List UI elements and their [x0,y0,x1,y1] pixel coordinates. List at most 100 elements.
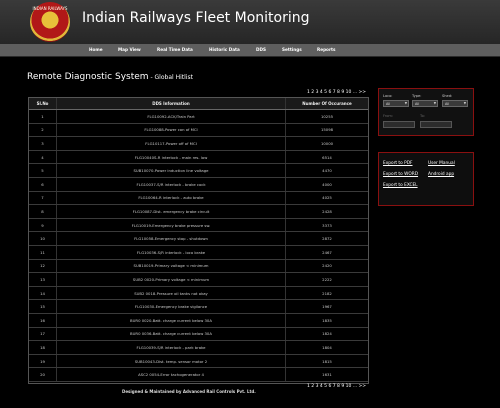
logo-text: INDIAN RAILWAYS [32,6,68,11]
table-row[interactable]: 5 SUB10070-Power induction line voltage 44… [29,164,368,178]
to-label: To: [420,114,425,118]
nav-map-view[interactable]: Map View [118,47,141,52]
chevron-down-icon: ▼ [433,101,436,105]
table-row[interactable]: 3 FLG10117-Power off of MCI 10000 [29,137,368,151]
row-occurrence-count: 1804 [322,344,332,350]
row-serial-number: 11 [29,246,57,259]
export-pdf-link[interactable]: Export to PDF [383,161,412,166]
android-app-link[interactable]: Android app [428,172,454,177]
table-row[interactable]: 8 FLG10087-Dist. emergency brake circuit 2… [29,205,368,219]
nav-dds[interactable]: DDS [256,47,266,52]
from-date-input[interactable] [383,121,415,128]
table-row[interactable]: 19 SUB10043-Dist. temp. sensor motor 2 181… [29,354,368,369]
table-row[interactable]: 1 FLG10092-ACK/Train Part 10255 [29,110,368,124]
row-dds-information: BUR0 0036-Batt. charge current below 30A [57,327,286,341]
row-dds-information: FLG10039-S/R interlock - park brake [57,341,286,354]
row-occurrence-count: 1824 [322,331,332,337]
row-dds-information: FLG10117-Power off of MCI [57,137,286,150]
export-word-link[interactable]: Export to WORD [383,172,418,177]
nav-historic-data[interactable]: Historic Data [209,47,240,52]
shed-select[interactable]: All ▼ [442,100,468,107]
row-dds-information: FLG10087-Dist. emergency brake circuit [57,205,286,218]
railways-logo-icon[interactable]: INDIAN RAILWAYS [30,2,70,42]
row-occurrence-count: 2467 [322,249,332,255]
page-title-main: Remote Diagnostic System [27,72,149,82]
table-row[interactable]: 2 FLG10088-Power con of MCI 15098 [29,123,368,138]
table-row[interactable]: 18 FLG10039-S/R interlock - park brake 180… [29,341,368,355]
to-date-input[interactable] [420,121,452,128]
row-serial-number: 19 [29,354,57,368]
table-row[interactable]: 11 FLG10036-S/R interlock - loco brake 246… [29,246,368,260]
nav-settings[interactable]: Settings [282,47,302,52]
table-row[interactable]: 6 FLG10037-S/R interlock - brake cock 4000 [29,178,368,192]
row-occurrence-count: 2182 [322,290,332,296]
row-occurrence-count: 3373 [322,222,332,228]
table-row[interactable]: 13 SUB2 0020-Primary voltage < minimum 222… [29,273,368,287]
row-occurrence-count: 6514 [322,154,332,160]
export-excel-link[interactable]: Export to EXCEL [383,183,418,188]
page-title: Remote Diagnostic System - Global Hitlis… [27,72,193,82]
row-dds-information: FLG10058-Emergency stop - shutdown [57,232,286,245]
table-row[interactable]: 15 FLG10030-Emergency brake vigilance 1967 [29,300,368,314]
row-serial-number: 14 [29,286,57,300]
row-occurrence-count: 2222 [322,276,332,282]
user-manual-link[interactable]: User Manual [428,161,455,166]
loco-select[interactable]: All ▼ [383,100,409,107]
from-label: From: [383,114,394,118]
table-row[interactable]: 14 SUB2 0018-Pressure oil tanks not okay 2… [29,286,368,301]
row-occurrence-count: 2420 [322,263,332,269]
row-dds-information: FLG10088-Power con of MCI [57,123,286,137]
row-dds-information: SUB10070-Power induction line voltage [57,164,286,177]
nav-reports[interactable]: Reports [317,47,336,52]
table-row[interactable]: 16 BUR0 0020-Batt. charge current below 3… [29,314,368,328]
row-dds-information: FLG10064-R interlock - auto brake [57,191,286,205]
type-select[interactable]: All ▼ [412,100,438,107]
shed-label: Shed: [442,94,453,98]
row-occurrence-count: 2428 [322,208,332,214]
type-label: Type: [412,94,422,98]
table-row[interactable]: 17 BUR0 0036-Batt. charge current below 3… [29,327,368,342]
row-serial-number: 1 [29,110,57,123]
row-occurrence-count: 15098 [320,127,334,133]
pagination-bottom[interactable]: 1 2 3 4 5 6 7 8 9 10 ... >> [307,384,366,389]
table-row[interactable]: 4 FLG10040S-R interlock - main res. low 65… [29,150,368,165]
table-header-row: Sl.No DDS Information Number Of Occuranc… [29,98,368,110]
row-dds-information: FLG10019-Emergency brake pressure sw. [57,218,286,232]
row-serial-number: 3 [29,137,57,150]
row-occurrence-count: 4470 [322,168,332,174]
column-header: DDS Information [57,98,286,109]
row-serial-number: 20 [29,368,57,381]
row-dds-information: FLG10037-S/R interlock - brake cock [57,178,286,191]
row-serial-number: 17 [29,327,57,341]
row-serial-number: 16 [29,314,57,327]
row-dds-information: FLG10040S-R interlock - main res. low [57,150,286,164]
row-serial-number: 15 [29,300,57,313]
hitlist-table: Sl.No DDS Information Number Of Occuranc… [28,97,369,384]
nav-real-time-data[interactable]: Real Time Data [157,47,193,52]
pagination-top[interactable]: 1 2 3 4 5 6 7 8 9 10 ... >> [307,90,366,95]
row-serial-number: 10 [29,232,57,245]
filter-panel: Loco: Type: Shed: All ▼ All ▼ All ▼ From: T… [378,88,474,136]
table-row[interactable]: 20 ASC2 0054-Error tachogenerator 4 1631 [29,368,368,382]
row-dds-information: FLG10030-Emergency brake vigilance [57,300,286,313]
table-row[interactable]: 10 FLG10058-Emergency stop - shutdown 2872 [29,232,368,246]
table-row[interactable]: 7 FLG10064-R interlock - auto brake 4025 [29,191,368,206]
nav-home[interactable]: Home [89,47,103,52]
row-occurrence-count: 1815 [322,358,332,364]
column-header: Sl.No [29,98,57,109]
row-occurrence-count: 4000 [322,181,332,187]
table-row[interactable]: 9 FLG10019-Emergency brake pressure sw. 33… [29,218,368,233]
row-occurrence-count: 1967 [322,304,332,310]
main-nav: Home Map View Real Time Data Historic Da… [0,44,500,57]
row-occurrence-count: 10255 [320,113,334,119]
app-header: INDIAN RAILWAYS Indian Railways Fleet Mo… [0,0,500,44]
row-dds-information: BUR0 0020-Batt. charge current below 30A [57,314,286,327]
row-serial-number: 6 [29,178,57,191]
column-header: Number Of Occurance [302,101,352,106]
row-dds-information: SUB2 0020-Primary voltage < minimum [57,273,286,286]
table-row[interactable]: 12 SUB10019-Primary voltage < minimum 2420 [29,259,368,274]
row-serial-number: 5 [29,164,57,177]
shed-select-value: All [445,101,450,106]
row-occurrence-count: 1631 [322,372,332,378]
app-title: Indian Railways Fleet Monitoring [82,10,310,26]
